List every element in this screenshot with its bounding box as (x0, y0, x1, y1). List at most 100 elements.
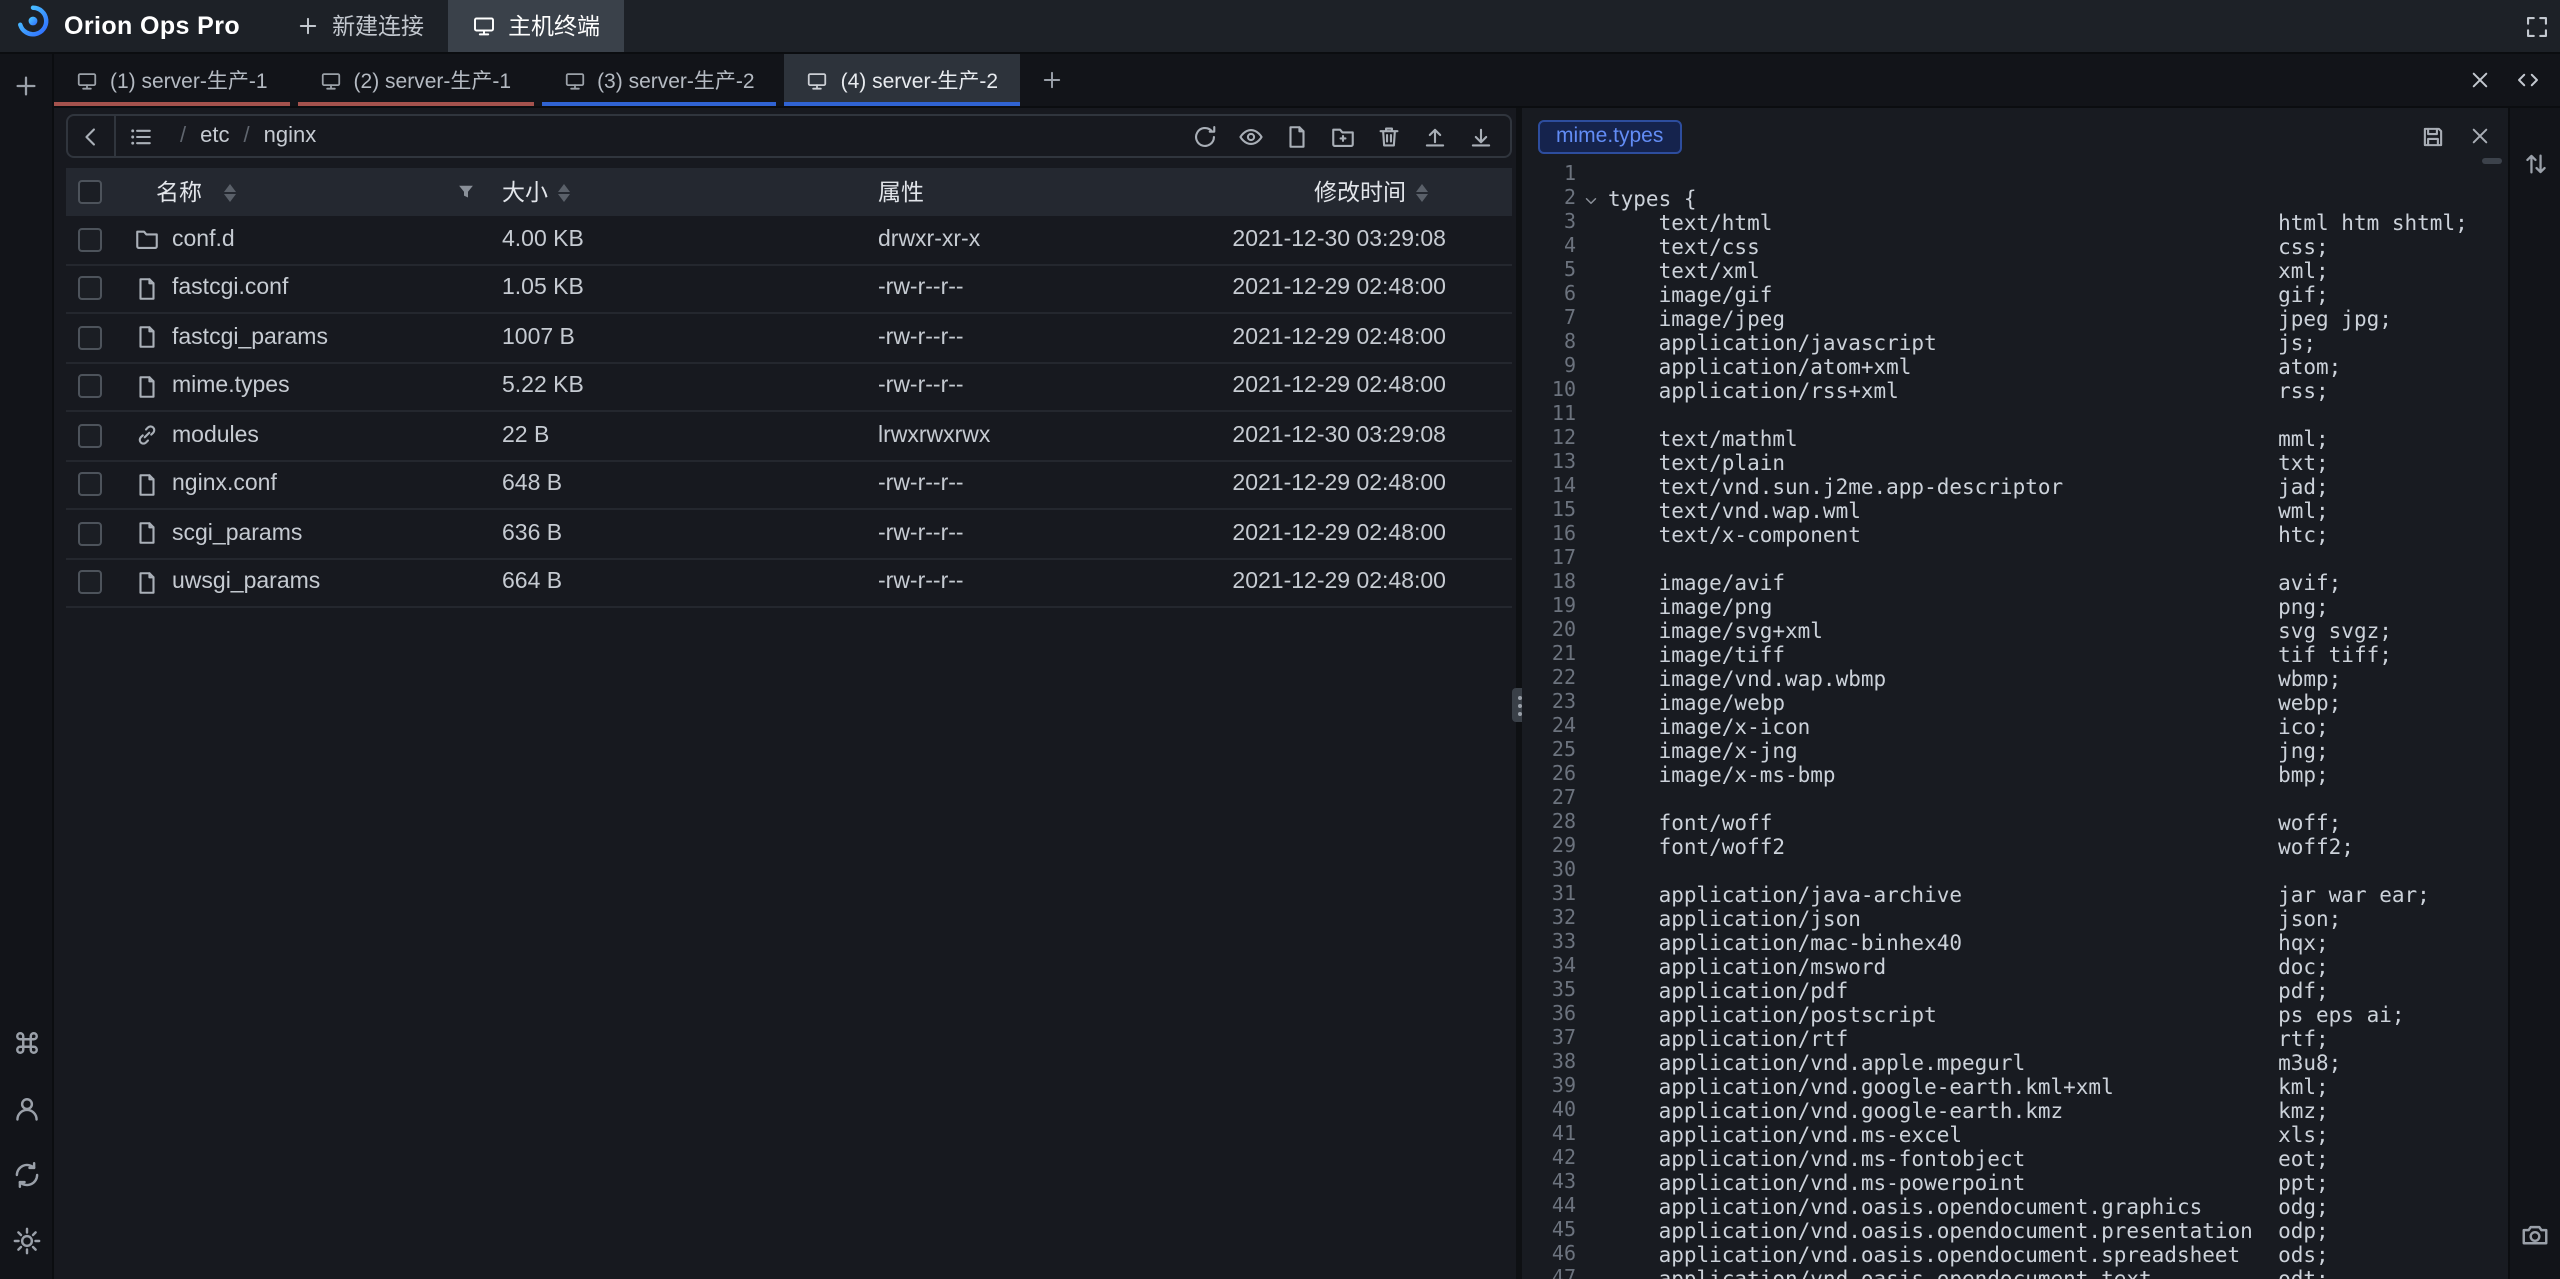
save-icon[interactable] (2420, 123, 2446, 149)
fold-chevron-icon[interactable] (1580, 188, 1600, 212)
open-file-tab[interactable]: mime.types (1538, 119, 1681, 153)
row-checkbox[interactable] (78, 375, 102, 399)
row-checkbox-cell (66, 424, 120, 448)
code-line: 17 (1522, 548, 2508, 572)
new-folder-icon[interactable] (1328, 121, 1358, 151)
gear-icon[interactable] (4, 1219, 48, 1263)
select-all-checkbox[interactable] (78, 180, 102, 204)
code-line: 44 application/vnd.oasis.opendocument.gr… (1522, 1196, 2508, 1220)
file-row[interactable]: conf.d4.00 KBdrwxr-xr-x2021-12-30 03:29:… (66, 216, 1512, 265)
user-icon[interactable] (4, 1087, 48, 1131)
line-number: 12 (1522, 428, 1576, 452)
fold-zone (1580, 884, 1600, 908)
file-row[interactable]: nginx.conf648 B-rw-r--r--2021-12-29 02:4… (66, 461, 1512, 510)
sort-mtime-control[interactable] (1416, 183, 1428, 201)
breadcrumb-segment[interactable]: etc (200, 124, 229, 148)
download-icon[interactable] (1466, 121, 1496, 151)
code-text: application/mac-binhex40 hqx; (1600, 932, 2329, 956)
column-header-name[interactable]: 名称 (120, 176, 486, 208)
code-text: application/rtf rtf; (1600, 1028, 2329, 1052)
file-row[interactable]: fastcgi_params1007 B-rw-r--r--2021-12-29… (66, 314, 1512, 363)
close-icon[interactable] (2468, 124, 2492, 148)
back-icon[interactable] (68, 116, 116, 156)
row-checkbox[interactable] (78, 277, 102, 301)
file-row[interactable]: uwsgi_params664 B-rw-r--r--2021-12-29 02… (66, 559, 1512, 608)
row-checkbox[interactable] (78, 326, 102, 350)
new-file-icon[interactable] (1282, 121, 1312, 151)
file-name-cell: fastcgi.conf (120, 276, 486, 302)
filter-icon[interactable] (456, 182, 476, 202)
code-line: 27 (1522, 788, 2508, 812)
code-line: 28 font/woff woff; (1522, 812, 2508, 836)
code-icon[interactable] (2504, 54, 2552, 106)
fold-zone (1580, 692, 1600, 716)
trash-icon[interactable] (1374, 121, 1404, 151)
file-icon (134, 521, 160, 547)
breadcrumb-segment[interactable]: nginx (264, 124, 317, 148)
breadcrumb: /etc/nginx (180, 124, 316, 148)
plus-icon[interactable] (4, 64, 48, 108)
new-tab-button[interactable] (1028, 54, 1076, 106)
file-row[interactable]: fastcgi.conf1.05 KB-rw-r--r--2021-12-29 … (66, 265, 1512, 314)
row-checkbox[interactable] (78, 228, 102, 252)
file-row[interactable]: scgi_params636 B-rw-r--r--2021-12-29 02:… (66, 510, 1512, 559)
row-checkbox[interactable] (78, 473, 102, 497)
topbar-item-new-connection[interactable]: 新建连接 (272, 0, 448, 52)
column-header-mtime[interactable]: 修改时间 (1180, 176, 1512, 208)
line-number: 10 (1522, 380, 1576, 404)
code-line: 46 application/vnd.oasis.opendocument.sp… (1522, 1244, 2508, 1268)
refresh-icon[interactable] (1190, 121, 1220, 151)
terminal-tab-2[interactable]: (2) server-生产-1 (298, 54, 534, 106)
file-name: scgi_params (172, 522, 302, 546)
file-attrs: -rw-r--r-- (862, 522, 1180, 546)
fold-zone (1580, 380, 1600, 404)
tabbar-actions (2456, 54, 2560, 106)
sync-icon[interactable] (4, 1153, 48, 1197)
fullscreen-icon[interactable] (2512, 0, 2560, 52)
column-header-size[interactable]: 大小 (486, 176, 862, 208)
line-number: 30 (1522, 860, 1576, 884)
brand-title: Orion Ops Pro (64, 12, 240, 40)
line-number: 40 (1522, 1100, 1576, 1124)
terminal-tab-3[interactable]: (3) server-生产-2 (541, 54, 777, 106)
line-number: 43 (1522, 1172, 1576, 1196)
topbar-item-host-terminal[interactable]: 主机终端 (448, 0, 624, 52)
fold-zone (1580, 284, 1600, 308)
code-text: application/vnd.ms-fontobject eot; (1600, 1148, 2329, 1172)
code-editor[interactable]: 12types {3 text/html html htm shtml;4 te… (1522, 164, 2508, 1279)
row-checkbox[interactable] (78, 522, 102, 546)
terminal-tab-4[interactable]: (4) server-生产-2 (785, 54, 1021, 106)
file-row[interactable]: modules22 Blrwxrwxrwx2021-12-30 03:29:08 (66, 412, 1512, 461)
row-checkbox[interactable] (78, 571, 102, 595)
file-name: fastcgi.conf (172, 277, 288, 301)
code-text: application/rss+xml rss; (1600, 380, 2329, 404)
fold-zone (1580, 836, 1600, 860)
code-text: image/x-jng jng; (1600, 740, 2329, 764)
file-mtime: 2021-12-30 03:29:08 (1180, 424, 1512, 448)
upload-icon[interactable] (1420, 121, 1450, 151)
fold-zone (1580, 356, 1600, 380)
code-line: 26 image/x-ms-bmp bmp; (1522, 764, 2508, 788)
eye-icon[interactable] (1236, 121, 1266, 151)
link-icon (134, 423, 160, 449)
line-number: 22 (1522, 668, 1576, 692)
terminal-tab-label: (2) server-生产-1 (354, 65, 512, 95)
sort-name-control[interactable] (224, 183, 236, 201)
file-name-cell: fastcgi_params (120, 325, 486, 351)
close-icon[interactable] (2456, 54, 2504, 106)
code-line: 41 application/vnd.ms-excel xls; (1522, 1124, 2508, 1148)
terminal-tab-1[interactable]: (1) server-生产-1 (54, 54, 290, 106)
file-table-body: conf.d4.00 KBdrwxr-xr-x2021-12-30 03:29:… (66, 216, 1512, 608)
code-line: 43 application/vnd.ms-powerpoint ppt; (1522, 1172, 2508, 1196)
folder-icon (134, 227, 160, 253)
row-checkbox[interactable] (78, 424, 102, 448)
list-icon[interactable] (116, 116, 164, 156)
code-line: 20 image/svg+xml svg svgz; (1522, 620, 2508, 644)
sort-size-control[interactable] (558, 183, 570, 201)
swap-icon[interactable] (2513, 142, 2557, 186)
file-row[interactable]: mime.types5.22 KB-rw-r--r--2021-12-29 02… (66, 363, 1512, 412)
code-line: 33 application/mac-binhex40 hqx; (1522, 932, 2508, 956)
code-text: text/plain txt; (1600, 452, 2329, 476)
camera-icon[interactable] (2513, 1213, 2557, 1257)
command-icon[interactable] (4, 1021, 48, 1065)
